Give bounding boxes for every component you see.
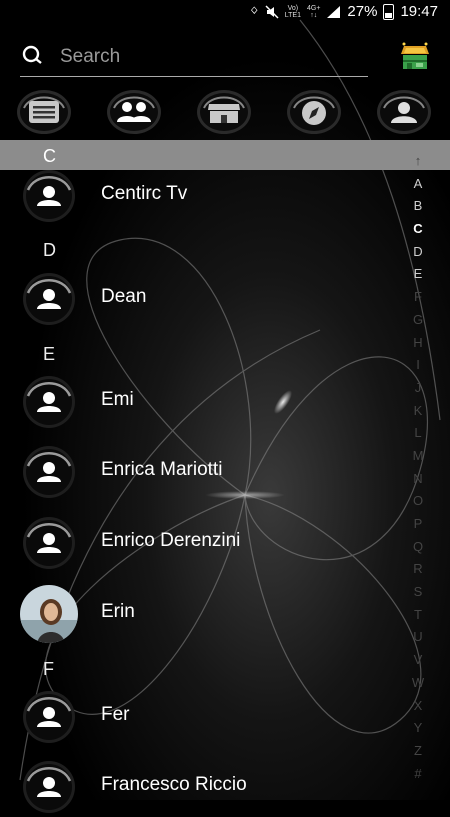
index-letter[interactable]: E [403, 263, 433, 286]
index-letter[interactable]: F [403, 286, 433, 309]
contact-item[interactable]: Dean [0, 267, 400, 329]
index-letter[interactable]: V [403, 649, 433, 672]
avatar-icon [23, 376, 75, 428]
contact-item[interactable]: Enrica Mariotti [0, 440, 400, 502]
contact-item[interactable]: Fer [0, 685, 400, 747]
contact-name: Centirc Tv [101, 183, 188, 204]
avatar-icon [23, 273, 75, 325]
index-letter[interactable]: N [403, 468, 433, 491]
status-bar: ᛜ Vo) LTE1 4G+ ↑↓ 27% 19:47 [0, 0, 450, 26]
index-letter[interactable]: W [403, 672, 433, 695]
index-letter[interactable]: O [403, 490, 433, 513]
index-letter[interactable]: L [403, 422, 433, 445]
index-letter[interactable]: ↑ [403, 150, 433, 173]
shop-icon [197, 90, 251, 134]
search-icon[interactable] [22, 44, 42, 64]
index-letter[interactable]: M [403, 445, 433, 468]
avatar-icon [23, 170, 75, 222]
index-letter[interactable]: Y [403, 717, 433, 740]
section-header: E [43, 344, 56, 364]
index-letter[interactable]: B [403, 195, 433, 218]
search-bar[interactable] [20, 38, 368, 77]
index-letter[interactable]: K [403, 400, 433, 423]
tab-contacts[interactable] [106, 88, 162, 136]
index-letter[interactable]: U [403, 626, 433, 649]
contact-photo [20, 585, 78, 643]
index-letter[interactable]: # [403, 763, 433, 786]
search-input[interactable] [58, 42, 352, 72]
index-letter[interactable]: T [403, 604, 433, 627]
section-header: D [43, 240, 56, 260]
contact-name: Enrico Derenzini [101, 530, 241, 551]
index-letter[interactable]: C [403, 218, 433, 241]
index-letter[interactable]: J [403, 377, 433, 400]
data-indicator: 4G+ ↑↓ [306, 4, 321, 19]
tab-store[interactable] [196, 88, 252, 136]
avatar-icon [23, 446, 75, 498]
store-icon[interactable] [398, 40, 432, 74]
alphabet-index[interactable]: ↑ A B C D E F G H I J K L M N O P Q R S T U V W X Y Z # [403, 150, 433, 785]
contact-name: Francesco Riccio [101, 774, 247, 795]
index-letter[interactable]: S [403, 581, 433, 604]
mute-icon [265, 4, 279, 19]
index-letter[interactable]: P [403, 513, 433, 536]
contact-item[interactable]: Centirc Tv [0, 164, 400, 226]
contact-name: Dean [101, 286, 147, 307]
bluetooth-icon: ᛜ [249, 3, 259, 20]
index-letter[interactable]: I [403, 354, 433, 377]
section-header: F [43, 659, 54, 679]
avatar-icon [23, 517, 75, 569]
index-letter[interactable]: X [403, 695, 433, 718]
index-letter[interactable]: Q [403, 536, 433, 559]
index-letter[interactable]: G [403, 309, 433, 332]
index-letter[interactable]: D [403, 241, 433, 264]
battery-icon [383, 3, 395, 20]
tab-chats[interactable] [16, 88, 72, 136]
network-indicator: Vo) LTE1 [284, 4, 301, 19]
compass-icon [287, 90, 341, 134]
tab-profile[interactable] [376, 88, 432, 136]
tab-explore[interactable] [286, 88, 342, 136]
contact-name: Enrica Mariotti [101, 459, 223, 480]
index-letter[interactable]: Z [403, 740, 433, 763]
contact-name: Fer [101, 704, 130, 725]
index-letter[interactable]: A [403, 173, 433, 196]
battery-percent: 27% [347, 3, 378, 20]
index-letter[interactable]: H [403, 332, 433, 355]
signal-icon [327, 5, 341, 18]
index-letter[interactable]: R [403, 558, 433, 581]
contact-name: Erin [101, 601, 135, 622]
profile-icon [377, 90, 431, 134]
contact-item[interactable]: Francesco Riccio [0, 755, 400, 817]
contact-name: Emi [101, 389, 134, 410]
contact-item[interactable]: Emi [0, 370, 400, 432]
clock: 19:47 [400, 3, 438, 20]
contacts-icon [107, 90, 161, 134]
avatar-icon [23, 761, 75, 813]
chat-icon [17, 90, 71, 134]
contact-item[interactable]: Erin [0, 582, 400, 644]
contact-item[interactable]: Enrico Derenzini [0, 511, 400, 573]
avatar-icon [23, 691, 75, 743]
